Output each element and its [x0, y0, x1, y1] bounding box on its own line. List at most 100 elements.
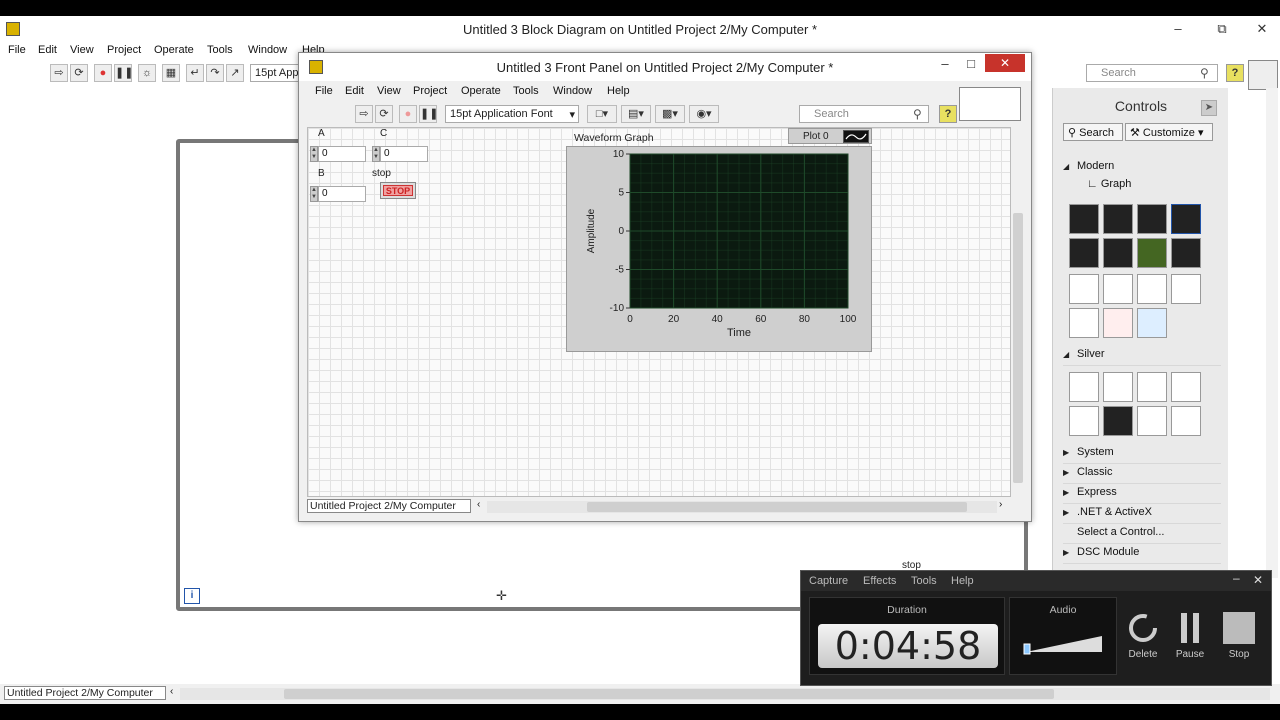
- run-button[interactable]: ⇨: [50, 64, 68, 82]
- silver-boolean-icon[interactable]: [1103, 372, 1133, 402]
- menu-operate[interactable]: Operate: [154, 44, 194, 56]
- front-panel-canvas[interactable]: A ▲ ▼ 0 C ▲ ▼ 0 B ▲ ▼ 0 stop STOP Waveform …: [307, 127, 1011, 497]
- menu-edit[interactable]: Edit: [345, 85, 364, 97]
- category-classic[interactable]: ▶ Classic: [1063, 466, 1221, 484]
- pause-button[interactable]: ❚❚: [419, 105, 438, 123]
- xy-graph-icon[interactable]: [1137, 204, 1167, 234]
- menu-project[interactable]: Project: [413, 85, 447, 97]
- category-express[interactable]: ▶ Express: [1063, 486, 1221, 504]
- minimize-button[interactable]: –: [931, 55, 959, 73]
- run-button[interactable]: ⇨: [355, 105, 373, 123]
- scroll-left-icon[interactable]: ‹: [477, 499, 480, 510]
- digital-waveform-icon[interactable]: [1137, 238, 1167, 268]
- resize-objects-icon[interactable]: ▩▾: [655, 105, 685, 123]
- pause-button[interactable]: Pause: [1168, 611, 1212, 660]
- minimize-icon[interactable]: –: [1233, 571, 1240, 585]
- run-continuously-button[interactable]: ⟳: [375, 105, 393, 123]
- horizontal-scrollbar[interactable]: [487, 501, 997, 513]
- customize-button[interactable]: ⚒ Customize ▾: [1125, 123, 1213, 141]
- menu-view[interactable]: View: [377, 85, 401, 97]
- stop-button[interactable]: STOP: [380, 182, 416, 199]
- intensity-graph-icon[interactable]: [1103, 238, 1133, 268]
- picture-control-icon[interactable]: [1069, 308, 1099, 338]
- scroll-thumb[interactable]: [284, 689, 1054, 699]
- numeric-c-value[interactable]: 0: [380, 146, 428, 162]
- menu-window[interactable]: Window: [553, 85, 592, 97]
- numeric-b-value[interactable]: 0: [318, 186, 366, 202]
- category-modern[interactable]: ◢ Modern: [1063, 160, 1221, 178]
- maximize-button[interactable]: □: [957, 55, 985, 73]
- menu-edit[interactable]: Edit: [38, 44, 57, 56]
- scroll-thumb[interactable]: [1013, 213, 1023, 483]
- reorder-icon[interactable]: ◉▾: [689, 105, 719, 123]
- menu-capture[interactable]: Capture: [809, 575, 848, 587]
- search-input[interactable]: Search: [799, 105, 929, 123]
- highlight-execution-icon[interactable]: ☼: [138, 64, 156, 82]
- menu-file[interactable]: File: [8, 44, 26, 56]
- connector-pane-icon[interactable]: [959, 87, 1021, 121]
- polar-plot-icon[interactable]: [1137, 274, 1167, 304]
- audio-level-slider[interactable]: [1022, 632, 1106, 656]
- minimize-button[interactable]: –: [1164, 20, 1192, 38]
- silver-numeric-icon[interactable]: [1069, 372, 1099, 402]
- stop-button[interactable]: Stop: [1217, 611, 1261, 660]
- step-out-icon[interactable]: ↗: [226, 64, 244, 82]
- category-silver[interactable]: ◢ Silver: [1063, 348, 1221, 366]
- loop-iteration-terminal[interactable]: i: [184, 588, 200, 604]
- intensity-chart-icon[interactable]: [1069, 238, 1099, 268]
- menu-help[interactable]: Help: [951, 575, 974, 587]
- compass-plot-icon[interactable]: [1069, 274, 1099, 304]
- search-icon[interactable]: ⚲: [913, 107, 922, 121]
- controls-table-icon[interactable]: [1171, 274, 1201, 304]
- category-dsc-module[interactable]: ▶ DSC Module: [1063, 546, 1221, 564]
- waveform-graph-plot[interactable]: 0 20 40 60 80 100 10 5 0 -5 -10 Time Amplitude: [566, 146, 872, 352]
- increment-decrement-icon[interactable]: ▲ ▼: [372, 146, 380, 162]
- palette-search-button[interactable]: ⚲ Search: [1063, 123, 1123, 141]
- delete-button[interactable]: Delete: [1121, 611, 1165, 660]
- menu-project[interactable]: Project: [107, 44, 141, 56]
- increment-decrement-icon[interactable]: ▲ ▼: [310, 186, 318, 202]
- ex-xy-graph-icon[interactable]: [1171, 204, 1201, 234]
- menu-effects[interactable]: Effects: [863, 575, 896, 587]
- mixed-signal-graph-icon[interactable]: [1171, 238, 1201, 268]
- category-dotnet-activex[interactable]: ▶ .NET & ActiveX: [1063, 506, 1221, 524]
- font-selector[interactable]: 15pt Applicatio: [250, 64, 302, 82]
- 3d-surface-icon[interactable]: [1137, 308, 1167, 338]
- menu-tools[interactable]: Tools: [207, 44, 233, 56]
- subcategory-graph[interactable]: ∟ Graph: [1087, 178, 1131, 190]
- close-button[interactable]: ✕: [1248, 20, 1276, 38]
- step-over-icon[interactable]: ↷: [206, 64, 224, 82]
- scroll-thumb[interactable]: [587, 502, 967, 512]
- select-a-control[interactable]: Select a Control...: [1063, 526, 1221, 544]
- close-icon[interactable]: ✕: [1253, 573, 1263, 587]
- abort-button[interactable]: ●: [399, 105, 417, 123]
- menu-view[interactable]: View: [70, 44, 94, 56]
- silver-list-icon[interactable]: [1069, 406, 1099, 436]
- context-help-button[interactable]: ?: [939, 105, 957, 123]
- horizontal-scrollbar[interactable]: [180, 688, 1270, 700]
- category-system[interactable]: ▶ System: [1063, 446, 1221, 464]
- restore-button[interactable]: ⧉: [1208, 20, 1236, 38]
- scroll-left-icon[interactable]: ‹: [170, 686, 173, 697]
- waveform-graph-icon[interactable]: [1103, 204, 1133, 234]
- sparkline-icon[interactable]: [1103, 274, 1133, 304]
- menu-window[interactable]: Window: [248, 44, 287, 56]
- silver-string-icon[interactable]: [1137, 372, 1167, 402]
- run-continuously-button[interactable]: ⟳: [70, 64, 88, 82]
- numeric-a-value[interactable]: 0: [318, 146, 366, 162]
- pin-icon[interactable]: ➤: [1201, 100, 1217, 116]
- search-icon[interactable]: ⚲: [1200, 66, 1209, 80]
- silver-ring-icon[interactable]: [1137, 406, 1167, 436]
- silver-decorations-icon[interactable]: [1171, 406, 1201, 436]
- retain-wire-values-icon[interactable]: ▦: [162, 64, 180, 82]
- scroll-right-icon[interactable]: ›: [999, 499, 1002, 510]
- plot-legend[interactable]: Plot 0: [788, 128, 872, 144]
- menu-file[interactable]: File: [315, 85, 333, 97]
- menu-operate[interactable]: Operate: [461, 85, 501, 97]
- context-help-button[interactable]: ?: [1226, 64, 1244, 82]
- silver-graph-icon[interactable]: [1103, 406, 1133, 436]
- menu-help[interactable]: Help: [607, 85, 630, 97]
- abort-button[interactable]: ●: [94, 64, 112, 82]
- 3d-scatter-icon[interactable]: [1103, 308, 1133, 338]
- distribute-objects-icon[interactable]: ▤▾: [621, 105, 651, 123]
